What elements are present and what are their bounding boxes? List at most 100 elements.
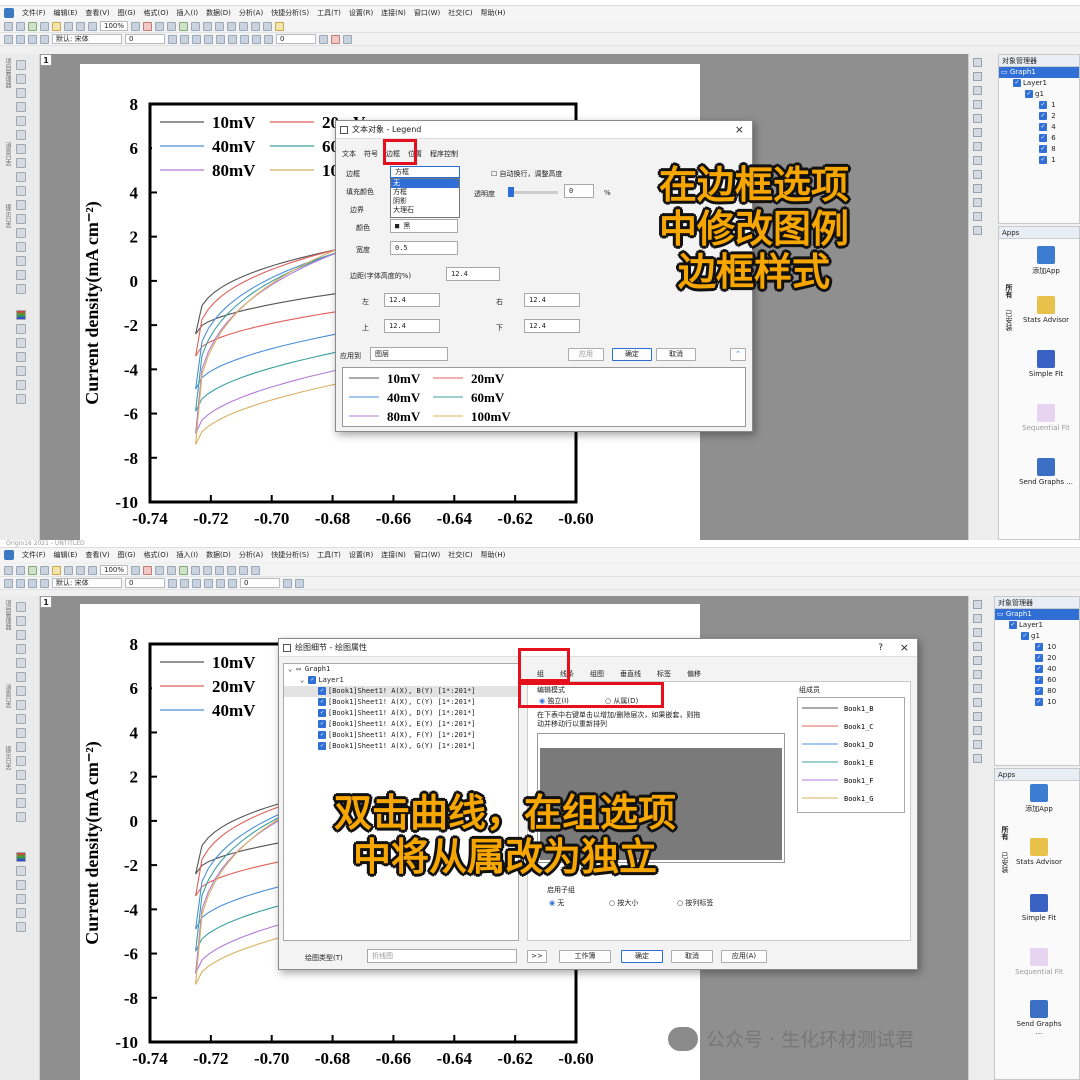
fill-color-icon[interactable] [252, 34, 261, 44]
checkbox-icon[interactable]: ✓ [1013, 79, 1021, 87]
tree-plot[interactable]: ✓ [Book1]Sheet1! A(X), F(Y) [1*:201*] [284, 730, 518, 741]
paste-icon[interactable] [28, 34, 37, 44]
tree-series[interactable]: ✓ 10 [995, 642, 1079, 653]
tree-series[interactable]: ✓ 20 [995, 653, 1079, 664]
curved-arrow-icon[interactable] [16, 200, 26, 210]
paste-icon[interactable] [28, 578, 37, 588]
menu-item[interactable]: 格式(O) [144, 550, 169, 560]
subgroup-none-radio[interactable]: ◉ 无 [549, 898, 564, 908]
tab-offset[interactable]: 偏移 [687, 669, 701, 679]
tab-text[interactable]: 文本 [342, 149, 356, 159]
tree-series[interactable]: ✓ 1 [999, 100, 1079, 111]
checkbox-icon[interactable]: ✓ [1039, 145, 1047, 153]
merge-icon[interactable] [167, 21, 177, 31]
bottom-margin-input[interactable]: 12.4 [524, 319, 580, 333]
color-select[interactable]: ■ 黑 [390, 219, 458, 233]
menu-item[interactable]: 数据(D) [206, 550, 231, 560]
layer-icon[interactable] [973, 642, 982, 651]
grid-icon[interactable] [973, 58, 982, 67]
menu-item[interactable]: 编辑(E) [54, 8, 78, 18]
pattern-icon[interactable] [319, 34, 328, 44]
checkbox-icon[interactable]: ✓ [1035, 654, 1043, 662]
apps-tab-all[interactable]: 所有 [1000, 826, 1010, 840]
area-icon[interactable] [973, 684, 982, 693]
add-app-button[interactable]: 添加App [1018, 246, 1074, 276]
insert-table-icon[interactable] [16, 352, 26, 362]
table-icon[interactable] [191, 565, 201, 575]
insert-table-icon[interactable] [16, 894, 26, 904]
open-icon[interactable] [52, 565, 61, 575]
freehand-tool-icon[interactable] [16, 284, 26, 294]
column-icon[interactable] [973, 114, 982, 123]
menu-item[interactable]: 编辑(E) [54, 550, 78, 560]
left-margin-input[interactable]: 12.4 [384, 293, 440, 307]
new-graph-icon[interactable] [28, 565, 37, 575]
undo-icon[interactable] [40, 578, 49, 588]
pan-tool-icon[interactable] [16, 630, 26, 640]
apply-button[interactable]: 应用(A) [721, 950, 767, 963]
line-tool-icon[interactable] [16, 214, 26, 224]
font-color-icon[interactable] [204, 578, 213, 588]
slider-thumb[interactable] [508, 187, 514, 197]
menu-item[interactable]: 图(G) [118, 8, 136, 18]
insert-equation-icon[interactable] [16, 366, 26, 376]
zoom-tool-icon[interactable] [16, 616, 26, 626]
merge-icon[interactable] [167, 565, 177, 575]
layer-icon[interactable] [973, 100, 982, 109]
copy-icon[interactable] [16, 578, 25, 588]
close-icon[interactable]: × [900, 639, 909, 657]
stats-advisor-button[interactable]: Stats Advisor [1014, 838, 1064, 866]
checkbox-icon[interactable]: ✓ [308, 676, 317, 684]
reader-tool-icon[interactable] [16, 644, 26, 654]
tab-drop-lines[interactable]: 垂直线 [620, 669, 641, 679]
layer-icon[interactable] [155, 565, 165, 575]
insert-graph-icon[interactable] [16, 338, 26, 348]
superscript-icon[interactable] [204, 34, 213, 44]
rect-tool-icon[interactable] [251, 21, 261, 31]
top-margin-input[interactable]: 12.4 [384, 319, 440, 333]
menu-item[interactable]: 设置(R) [349, 550, 373, 560]
tree-group[interactable]: ✓ g1 [995, 631, 1079, 642]
checkbox-icon[interactable]: ✓ [318, 698, 326, 706]
rescale-icon[interactable] [143, 21, 153, 31]
italic-icon[interactable] [180, 34, 189, 44]
menu-item[interactable]: 快捷分析(S) [271, 550, 309, 560]
underline-icon[interactable] [192, 578, 201, 588]
subgroup-label-radio[interactable]: ○ 按列标签 [677, 898, 713, 908]
text-tool-icon[interactable] [16, 714, 26, 724]
checkbox-icon[interactable]: ✓ [1009, 621, 1017, 629]
menu-item[interactable]: 帮助(H) [481, 550, 506, 560]
tree-graph[interactable]: ⌄ ▭ Graph1 [284, 664, 518, 675]
pointer-icon[interactable] [4, 578, 13, 588]
apply-to-select[interactable]: 图层 [370, 347, 448, 361]
save-icon[interactable] [64, 565, 73, 575]
ok-button[interactable]: 确定 [612, 348, 652, 361]
auto-wrap-checkbox[interactable]: ☐ 自动换行，调整高度 [491, 169, 563, 179]
tree-series[interactable]: ✓ 10 [995, 697, 1079, 708]
arrow-tool-icon[interactable] [16, 728, 26, 738]
apps-tab-installed[interactable]: 已安装 [1004, 310, 1014, 331]
polygon-tool-icon[interactable] [16, 270, 26, 280]
transparency-input[interactable]: 0 [564, 184, 594, 198]
menu-item[interactable]: 窗口(W) [414, 8, 440, 18]
pie-icon[interactable] [973, 128, 982, 137]
dropdown-option[interactable]: 阴影 [391, 197, 459, 206]
subgroup-size-radio[interactable]: ○ 按大小 [609, 898, 638, 908]
checkbox-icon[interactable]: ✓ [1039, 134, 1047, 142]
stats-advisor-button[interactable]: Stats Advisor [1018, 296, 1074, 324]
rescale-icon[interactable] [143, 565, 153, 575]
checkbox-icon[interactable]: ✓ [318, 687, 326, 695]
draw-data-icon[interactable] [16, 158, 26, 168]
send-graphs-button[interactable]: Send Graphs ... [1014, 1000, 1064, 1036]
insert-sketch-icon[interactable] [16, 394, 26, 404]
text-tool-icon[interactable] [16, 172, 26, 182]
menu-item[interactable]: 分析(A) [239, 8, 263, 18]
color-palette-icon[interactable] [16, 310, 26, 320]
cancel-button[interactable]: 取消 [656, 348, 696, 361]
menu-item[interactable]: 社交(C) [448, 8, 472, 18]
add-layer-icon[interactable] [179, 565, 189, 575]
plot-type-select[interactable]: 折线图 [367, 949, 517, 963]
insert-equation-icon[interactable] [16, 908, 26, 918]
plot-icon[interactable] [973, 614, 982, 623]
color-palette-icon[interactable] [16, 852, 26, 862]
